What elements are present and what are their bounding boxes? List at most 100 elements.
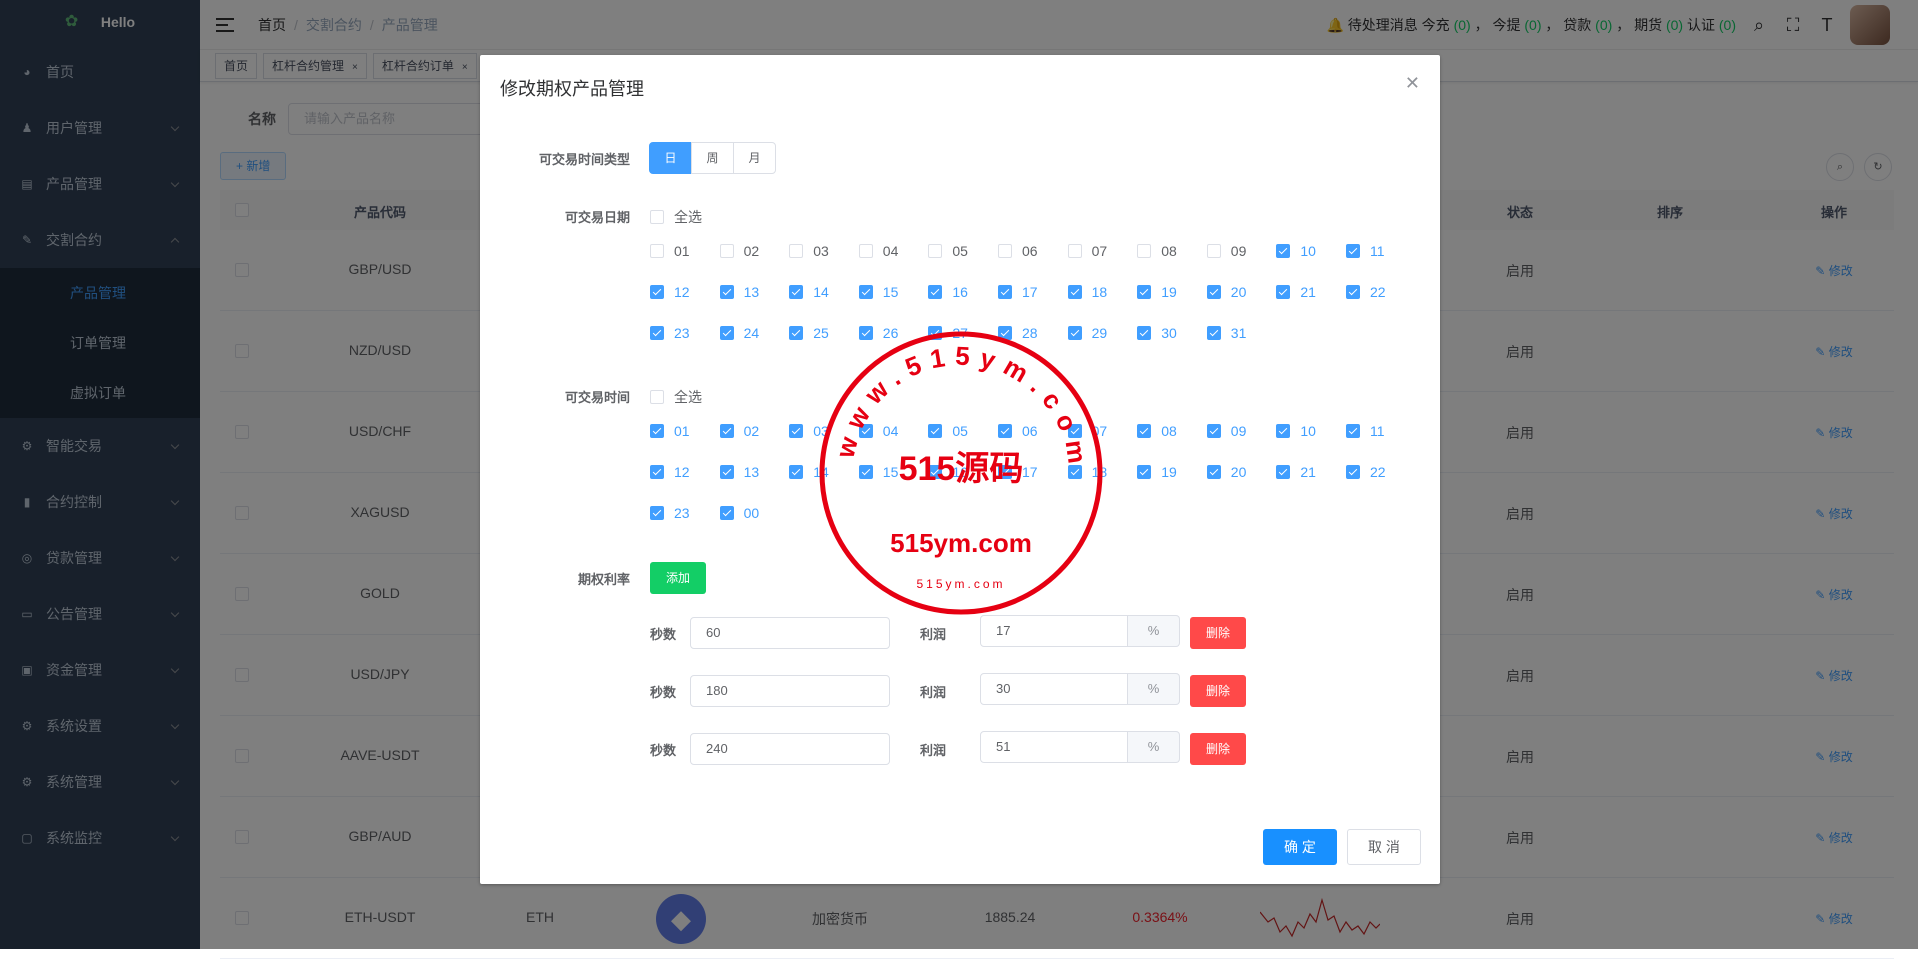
hour-checkbox-16[interactable]: 16 bbox=[928, 464, 968, 480]
date-checkbox-19[interactable]: 19 bbox=[1137, 284, 1177, 300]
date-checkbox-22[interactable]: 22 bbox=[1346, 284, 1386, 300]
hour-checkbox-12[interactable]: 12 bbox=[650, 464, 690, 480]
hour-checkbox-08[interactable]: 08 bbox=[1137, 423, 1177, 439]
date-checkbox-30[interactable]: 30 bbox=[1137, 325, 1177, 341]
hour-checkbox-01[interactable]: 01 bbox=[650, 423, 690, 439]
hour-checkbox-02[interactable]: 02 bbox=[719, 423, 759, 439]
date-checkbox-02[interactable]: 02 bbox=[719, 243, 759, 259]
checkbox-box bbox=[650, 424, 664, 438]
date-checkbox-24[interactable]: 24 bbox=[719, 325, 759, 341]
cancel-button[interactable]: 取 消 bbox=[1347, 829, 1421, 865]
date-checkbox-21[interactable]: 21 bbox=[1276, 284, 1316, 300]
date-checkbox-05[interactable]: 05 bbox=[928, 243, 968, 259]
profit-input[interactable]: 51 bbox=[980, 730, 1128, 763]
close-icon[interactable]: ✕ bbox=[1405, 73, 1420, 94]
hour-checkbox-18[interactable]: 18 bbox=[1067, 464, 1107, 480]
date-checkbox-12[interactable]: 12 bbox=[650, 284, 690, 300]
hour-checkbox-20[interactable]: 20 bbox=[1206, 464, 1247, 480]
hour-checkbox-14[interactable]: 14 bbox=[789, 464, 829, 480]
checkbox-box bbox=[928, 424, 943, 438]
hours-select-all[interactable]: 全选 bbox=[650, 387, 702, 407]
date-checkbox-31[interactable]: 31 bbox=[1206, 325, 1246, 341]
select-all-label: 全选 bbox=[674, 389, 702, 405]
seconds-input[interactable]: 180 bbox=[690, 675, 890, 707]
date-checkbox-23[interactable]: 23 bbox=[650, 325, 690, 341]
hour-checkbox-00[interactable]: 00 bbox=[719, 505, 759, 521]
hour-checkbox-06[interactable]: 06 bbox=[998, 423, 1038, 439]
checkbox-label: 25 bbox=[813, 325, 829, 341]
hour-checkbox-07[interactable]: 07 bbox=[1067, 423, 1107, 439]
checkbox-label: 21 bbox=[1300, 464, 1316, 480]
checkbox-box bbox=[1137, 424, 1152, 438]
delete-rate-button[interactable]: 删除 bbox=[1190, 733, 1246, 765]
time-type-week[interactable]: 周 bbox=[691, 142, 734, 174]
date-checkbox-18[interactable]: 18 bbox=[1067, 284, 1107, 300]
checkbox-label: 10 bbox=[1300, 243, 1316, 259]
hour-checkbox-04[interactable]: 04 bbox=[858, 423, 898, 439]
time-type-month[interactable]: 月 bbox=[733, 142, 776, 174]
hour-checkbox-03[interactable]: 03 bbox=[789, 423, 829, 439]
date-checkbox-07[interactable]: 07 bbox=[1067, 243, 1107, 259]
date-checkbox-04[interactable]: 04 bbox=[858, 243, 898, 259]
checkbox-box bbox=[1346, 465, 1360, 479]
time-type-day[interactable]: 日 bbox=[649, 142, 692, 174]
hour-checkbox-17[interactable]: 17 bbox=[998, 464, 1038, 480]
confirm-button[interactable]: 确 定 bbox=[1263, 829, 1337, 865]
hour-checkbox-09[interactable]: 09 bbox=[1206, 423, 1246, 439]
date-checkbox-26[interactable]: 26 bbox=[858, 325, 898, 341]
date-checkbox-10[interactable]: 10 bbox=[1276, 243, 1316, 259]
profit-input[interactable]: 30 bbox=[980, 672, 1128, 705]
date-checkbox-01[interactable]: 01 bbox=[650, 243, 690, 259]
date-checkbox-29[interactable]: 29 bbox=[1067, 325, 1107, 341]
checkbox-box bbox=[650, 210, 664, 224]
seconds-input[interactable]: 240 bbox=[690, 733, 890, 765]
hour-checkbox-11[interactable]: 11 bbox=[1346, 423, 1385, 439]
seconds-input[interactable]: 60 bbox=[690, 617, 890, 649]
checkbox-box bbox=[858, 326, 873, 340]
date-checkbox-03[interactable]: 03 bbox=[789, 243, 829, 259]
hour-checkbox-13[interactable]: 13 bbox=[719, 464, 759, 480]
delete-rate-button[interactable]: 删除 bbox=[1190, 617, 1246, 649]
hours-label: 可交易时间 bbox=[564, 390, 630, 405]
hour-checkbox-22[interactable]: 22 bbox=[1346, 464, 1386, 480]
time-type-group: 日 周 月 bbox=[649, 142, 776, 174]
delete-rate-button[interactable]: 删除 bbox=[1190, 675, 1246, 707]
date-checkbox-16[interactable]: 16 bbox=[928, 284, 968, 300]
date-checkbox-06[interactable]: 06 bbox=[998, 243, 1038, 259]
date-checkbox-14[interactable]: 14 bbox=[789, 284, 829, 300]
hour-checkbox-15[interactable]: 15 bbox=[858, 464, 898, 480]
profit-input[interactable]: 17 bbox=[980, 614, 1128, 647]
hour-checkbox-10[interactable]: 10 bbox=[1276, 423, 1316, 439]
checkbox-box bbox=[1067, 326, 1082, 340]
hour-checkbox-05[interactable]: 05 bbox=[928, 423, 968, 439]
checkbox-box bbox=[858, 244, 873, 258]
date-checkbox-20[interactable]: 20 bbox=[1206, 284, 1246, 300]
date-checkbox-28[interactable]: 28 bbox=[998, 325, 1038, 341]
edit-option-product-dialog: 修改期权产品管理 ✕ 可交易时间类型 日 周 月 可交易日期 全选 01 02 03… bbox=[480, 55, 1440, 884]
checkbox-label: 23 bbox=[674, 325, 690, 341]
hour-checkbox-21[interactable]: 21 bbox=[1276, 464, 1316, 480]
checkbox-label: 06 bbox=[1022, 423, 1038, 439]
date-checkbox-17[interactable]: 17 bbox=[998, 284, 1038, 300]
checkbox-box bbox=[650, 326, 664, 340]
checkbox-label: 13 bbox=[743, 284, 760, 300]
checkbox-box bbox=[1067, 285, 1082, 299]
date-checkbox-11[interactable]: 11 bbox=[1346, 243, 1385, 259]
date-checkbox-15[interactable]: 15 bbox=[858, 284, 898, 300]
date-checkbox-08[interactable]: 08 bbox=[1137, 243, 1177, 259]
date-checkbox-09[interactable]: 09 bbox=[1206, 243, 1246, 259]
hour-checkbox-23[interactable]: 23 bbox=[650, 505, 690, 521]
checkbox-box bbox=[1276, 244, 1291, 258]
add-rate-button[interactable]: 添加 bbox=[650, 562, 706, 594]
hour-checkbox-19[interactable]: 19 bbox=[1137, 464, 1177, 480]
date-checkbox-25[interactable]: 25 bbox=[789, 325, 829, 341]
checkbox-box bbox=[719, 285, 734, 299]
seconds-label: 秒数 bbox=[650, 742, 677, 758]
date-checkbox-13[interactable]: 13 bbox=[719, 284, 760, 300]
date-checkbox-27[interactable]: 27 bbox=[928, 325, 968, 341]
dates-select-all[interactable]: 全选 bbox=[650, 207, 702, 227]
checkbox-box bbox=[1206, 244, 1221, 258]
checkbox-box bbox=[998, 465, 1012, 479]
checkbox-box bbox=[928, 465, 943, 479]
checkbox-label: 20 bbox=[1230, 464, 1247, 480]
